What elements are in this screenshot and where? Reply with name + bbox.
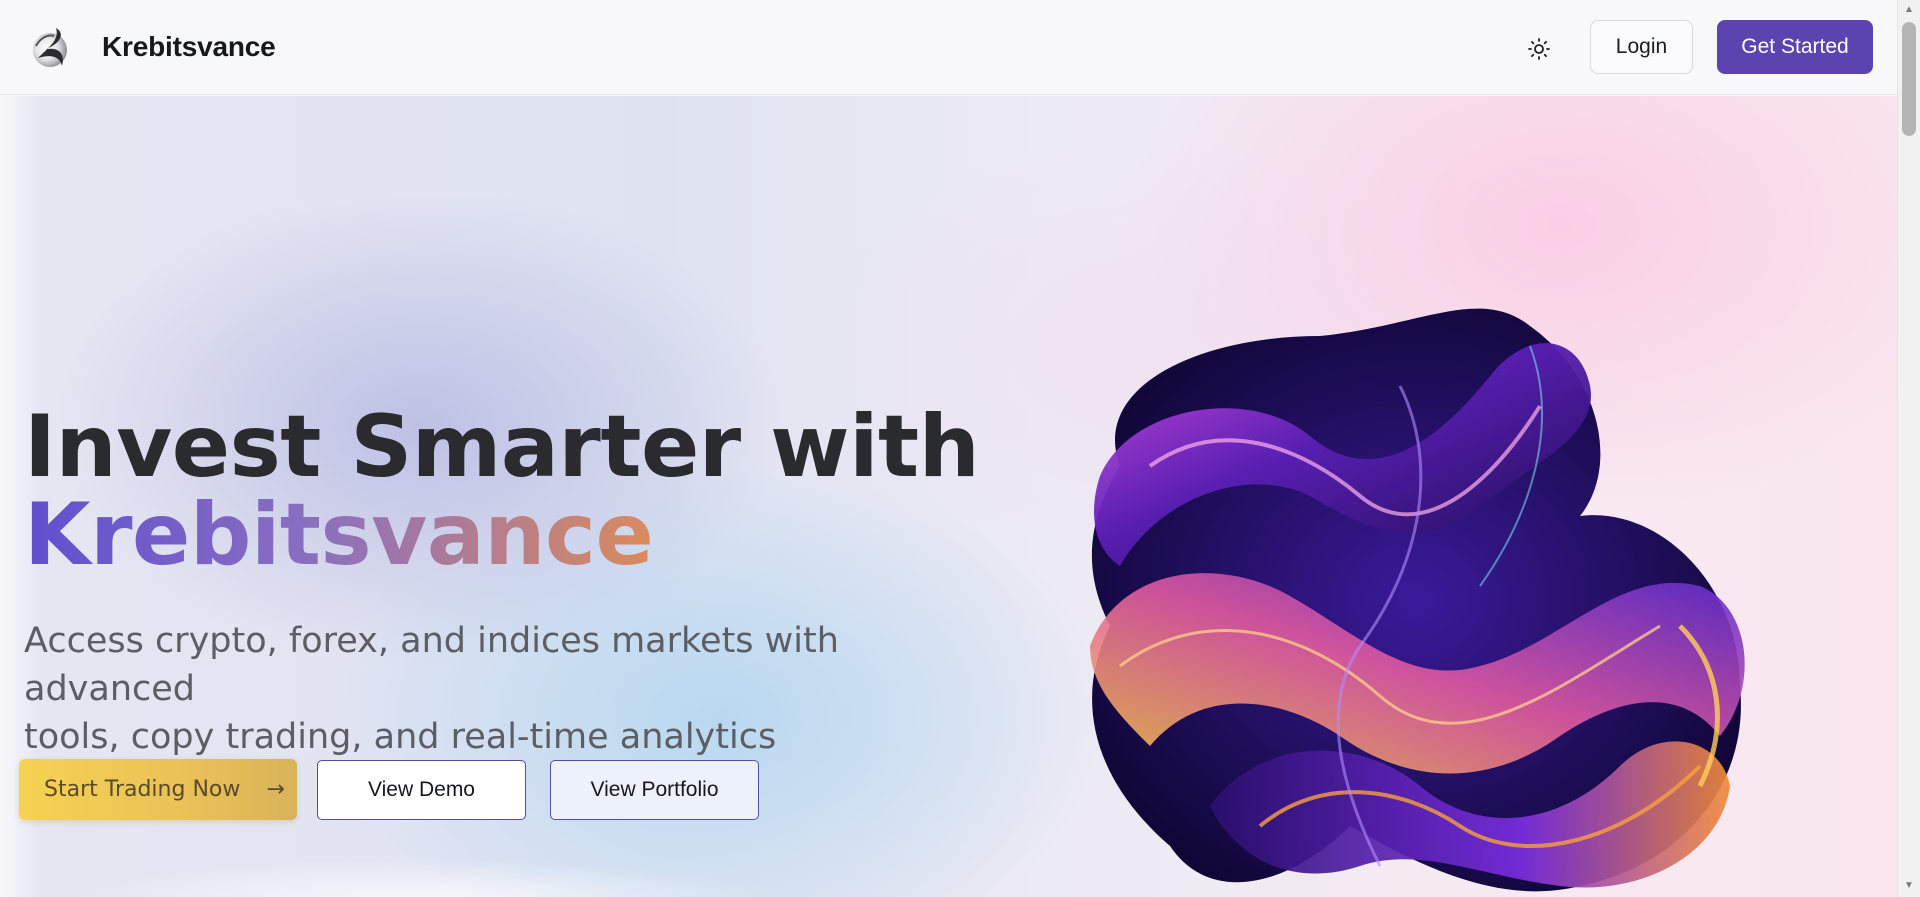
hero-title-brand: Krebitsvance [24, 491, 979, 579]
hero-title-line1: Invest Smarter with [24, 397, 980, 497]
hero-subtitle-line1: Access crypto, forex, and indices market… [24, 621, 839, 709]
scroll-up-arrow-icon[interactable]: ▲ [1903, 4, 1915, 16]
brand[interactable]: Krebitsvance [30, 24, 276, 70]
get-started-button[interactable]: Get Started [1717, 20, 1873, 74]
brand-name: Krebitsvance [102, 31, 276, 62]
sun-icon [1528, 38, 1550, 60]
scrollbar-thumb[interactable] [1902, 22, 1916, 136]
top-navbar: Krebitsvance Login Get Started [0, 0, 1897, 95]
start-trading-button[interactable]: Start Trading Now → [19, 759, 297, 820]
abstract-glass-ribbon-illustration [1090, 308, 1745, 892]
start-trading-label: Start Trading Now [44, 777, 241, 802]
arrow-right-icon: → [266, 777, 285, 802]
view-portfolio-button[interactable]: View Portfolio [550, 760, 759, 820]
brand-logo-icon [33, 28, 67, 67]
hero-subtitle-line2: tools, copy trading, and real-time analy… [24, 717, 777, 757]
theme-toggle-button[interactable] [1524, 34, 1554, 64]
hero-title: Invest Smarter with Krebitsvance [24, 403, 980, 579]
hero-subtitle: Access crypto, forex, and indices market… [24, 617, 924, 761]
login-button[interactable]: Login [1590, 20, 1693, 74]
page-scrollbar[interactable]: ▲ ▼ [1897, 0, 1920, 897]
view-demo-button[interactable]: View Demo [317, 760, 526, 820]
scroll-down-arrow-icon[interactable]: ▼ [1903, 880, 1915, 892]
hero-section: Invest Smarter with Krebitsvance Access … [0, 96, 1897, 897]
hero-bottom-glow [0, 831, 900, 897]
